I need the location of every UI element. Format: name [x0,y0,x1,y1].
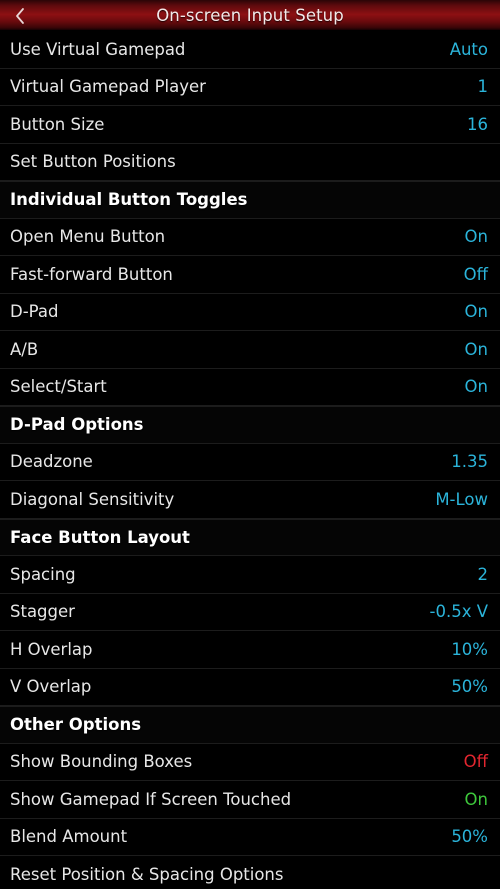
settings-row-value: 50% [451,827,488,847]
settings-row-label: Button Size [10,114,105,134]
settings-row-label: H Overlap [10,639,93,659]
settings-row-label: Use Virtual Gamepad [10,39,186,59]
section-header-label: Individual Button Toggles [10,190,248,210]
settings-row-label: Show Bounding Boxes [10,752,193,772]
settings-row[interactable]: Select/Start On [0,368,500,406]
on-screen-input-setup-screen: On-screen Input Setup Use Virtual Gamepa… [0,0,500,889]
title-bar: On-screen Input Setup [0,0,500,31]
settings-row[interactable]: Virtual Gamepad Player 1 [0,68,500,106]
settings-row[interactable]: Show Bounding Boxes Off [0,743,500,781]
settings-row-value: 10% [451,639,488,659]
settings-row-label: Show Gamepad If Screen Touched [10,789,292,809]
settings-row-value: On [464,789,488,809]
section-header-label: D-Pad Options [10,415,144,435]
settings-row-value: 50% [451,677,488,697]
settings-row[interactable]: H Overlap 10% [0,631,500,669]
settings-row[interactable]: Stagger -0.5x V [0,593,500,631]
settings-row-label: Select/Start [10,377,107,397]
settings-row-label: Blend Amount [10,827,128,847]
section-header-label: Other Options [10,715,142,735]
settings-row-value: On [464,302,488,322]
settings-row-value: 16 [467,114,488,134]
settings-row-label: Virtual Gamepad Player [10,77,206,97]
settings-row[interactable]: Deadzone 1.35 [0,443,500,481]
chevron-left-icon [14,7,26,25]
settings-row[interactable]: Spacing 2 [0,556,500,594]
settings-row-value: 1 [477,77,489,97]
settings-row-value: On [464,227,488,247]
settings-list: Use Virtual Gamepad Auto Virtual Gamepad P… [0,31,500,889]
settings-row[interactable]: Use Virtual Gamepad Auto [0,31,500,69]
settings-row[interactable]: Open Menu Button On [0,218,500,256]
page-title: On-screen Input Setup [156,5,344,25]
settings-row-label: Deadzone [10,452,93,472]
settings-row-label: A/B [10,339,39,359]
settings-row-value: -0.5x V [429,602,489,622]
settings-row-label: V Overlap [10,677,92,697]
settings-row-value: 1.35 [451,452,488,472]
settings-row-label: Spacing [10,564,76,584]
settings-row[interactable]: Reset Position & Spacing Options [0,856,500,889]
section-header: Other Options [0,706,500,744]
settings-row-label: Reset Position & Spacing Options [10,864,284,884]
settings-row[interactable]: Button Size 16 [0,106,500,144]
settings-row-value: 2 [477,564,489,584]
back-button[interactable] [0,0,40,31]
settings-row-value: Off [463,752,488,772]
settings-row-label: D-Pad [10,302,59,322]
settings-row[interactable]: Fast-forward Button Off [0,256,500,294]
section-header: Face Button Layout [0,518,500,556]
settings-row-value: On [464,377,488,397]
settings-row-label: Stagger [10,602,75,622]
settings-row-label: Open Menu Button [10,227,166,247]
settings-row[interactable]: V Overlap 50% [0,668,500,706]
section-header: Individual Button Toggles [0,181,500,219]
settings-row-label: Set Button Positions [10,152,176,172]
settings-row[interactable]: A/B On [0,331,500,369]
settings-row-label: Diagonal Sensitivity [10,489,175,509]
settings-row[interactable]: Set Button Positions [0,143,500,181]
settings-row-value: M-Low [435,489,488,509]
settings-row-value: On [464,339,488,359]
section-header: D-Pad Options [0,406,500,444]
settings-row-value: Auto [449,39,488,59]
settings-row[interactable]: Diagonal Sensitivity M-Low [0,481,500,519]
settings-row-label: Fast-forward Button [10,264,173,284]
settings-row[interactable]: D-Pad On [0,293,500,331]
section-header-label: Face Button Layout [10,527,190,547]
settings-row[interactable]: Blend Amount 50% [0,818,500,856]
settings-row-value: Off [463,264,488,284]
settings-row[interactable]: Show Gamepad If Screen Touched On [0,781,500,819]
